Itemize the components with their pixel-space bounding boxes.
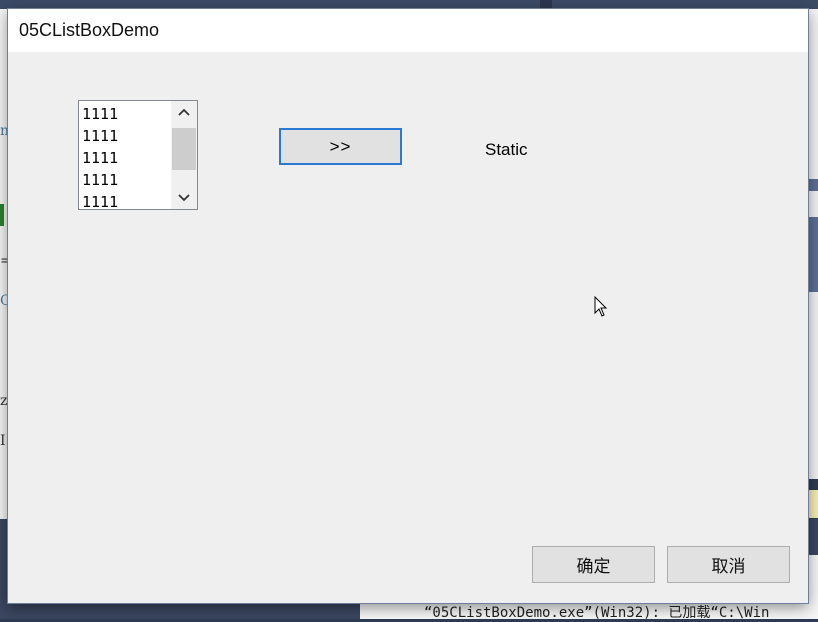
background-ide-divider [540, 0, 552, 9]
dialog-title: 05CListBoxDemo [19, 20, 160, 40]
ok-button[interactable]: 确定 [532, 546, 655, 583]
list-item[interactable]: 1111 [82, 125, 170, 147]
dialog-titlebar[interactable]: 05CListBoxDemo [8, 9, 808, 52]
dialog-window: 05CListBoxDemo 1111 1111 1111 1111 1111 … [8, 9, 808, 603]
list-item[interactable]: 1111 [82, 191, 170, 209]
list-box[interactable]: 1111 1111 1111 1111 1111 [78, 100, 198, 210]
background-ide-highlight [808, 490, 818, 518]
static-text-label: Static [485, 140, 528, 159]
background-ide-left-strip: n = C z I [0, 9, 12, 519]
chevron-down-icon [178, 194, 190, 202]
list-item[interactable]: 1111 [82, 169, 170, 191]
background-ide-right-strip [808, 9, 818, 479]
scroll-down-button[interactable] [171, 187, 197, 209]
list-box-items: 1111 1111 1111 1111 1111 [82, 103, 170, 209]
move-right-button[interactable]: >> [279, 128, 402, 165]
scroll-up-button[interactable] [171, 101, 197, 123]
mouse-pointer-icon [594, 296, 608, 317]
list-box-scrollbar[interactable] [171, 101, 197, 209]
background-ide-topbar [0, 0, 818, 9]
scroll-thumb[interactable] [172, 128, 196, 170]
cancel-button[interactable]: 取消 [667, 546, 790, 583]
list-item[interactable]: 1111 [82, 147, 170, 169]
background-ide-right-lower [808, 555, 818, 590]
background-output-text: “05CListBoxDemo.exe”(Win32): 已加载“C:\Win [424, 605, 770, 621]
list-item[interactable]: 1111 [82, 103, 170, 125]
chevron-up-icon [178, 108, 190, 116]
